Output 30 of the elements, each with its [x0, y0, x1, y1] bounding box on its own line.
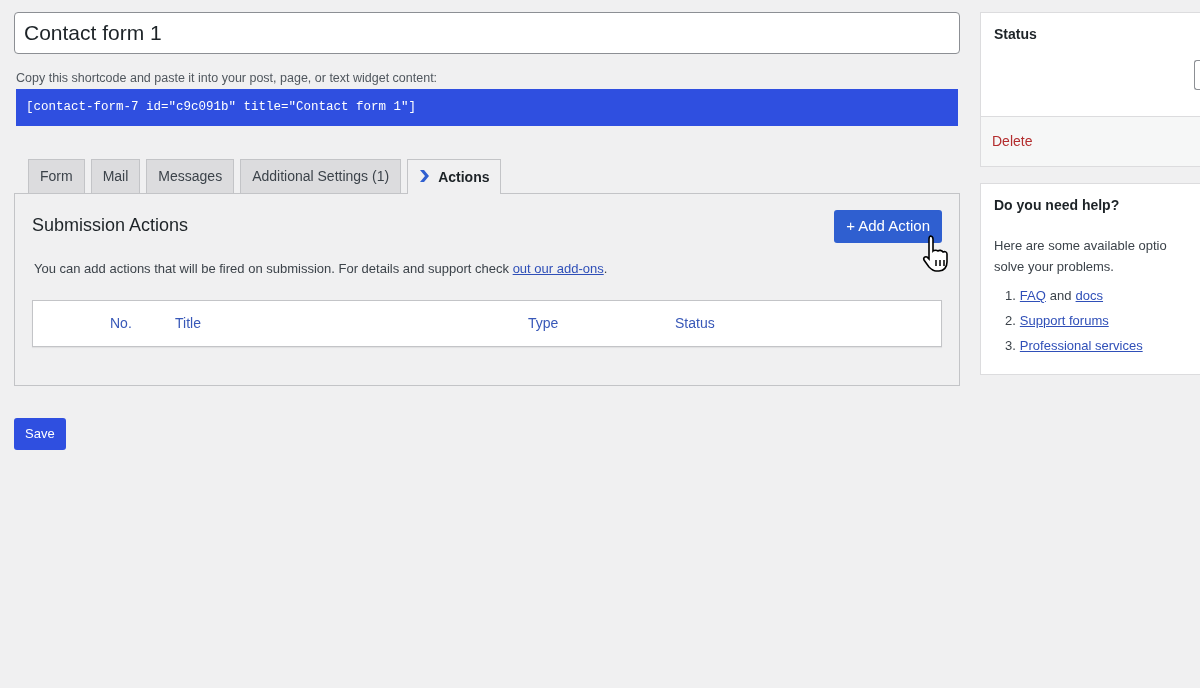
help-text: solve your problems.	[994, 258, 1115, 276]
list-number: 3.	[1005, 337, 1016, 355]
column-header: Type	[528, 315, 559, 331]
save-button[interactable]: Save	[14, 418, 66, 450]
help-text: Here are some available optio	[994, 237, 1168, 255]
help-link[interactable]: FAQ	[1019, 285, 1046, 306]
tab[interactable]: Form	[28, 159, 85, 193]
tab[interactable]: Mail	[90, 159, 141, 193]
add-ons-link[interactable]: out our add-ons	[512, 260, 604, 276]
panel-title: Status	[993, 25, 1038, 44]
help-link[interactable]: Support forums	[1019, 310, 1109, 331]
tab[interactable]: Messages	[146, 159, 235, 193]
title-field[interactable]: Contact form 1	[14, 12, 960, 54]
column-header: Status	[675, 315, 715, 331]
help-text: and	[1049, 287, 1072, 305]
help-link[interactable]: docs	[1075, 285, 1104, 306]
tab[interactable]: Additional Settings (1)	[240, 159, 402, 193]
section-heading: Submission Actions	[32, 215, 189, 238]
shortcode-field[interactable]: [contact-form-7 id="c9c091b" title="Contact form 1"]	[16, 89, 958, 126]
panel-title: Do you need help?	[993, 196, 1121, 215]
tab[interactable]: Actions	[407, 159, 502, 194]
list-number: 2.	[1005, 312, 1016, 330]
shortcode-label: Copy this shortcode and paste it into your post, page, or text widget content:	[16, 69, 439, 87]
list-number: 1.	[1005, 287, 1016, 305]
column-header: Title	[175, 315, 201, 331]
add-action-button[interactable]: + Add Action	[834, 210, 942, 243]
delete-link[interactable]: Delete	[992, 133, 1033, 149]
help-link[interactable]: Professional services	[1019, 335, 1143, 356]
cut-off-button[interactable]	[1194, 60, 1200, 90]
column-header: No.	[110, 315, 132, 331]
